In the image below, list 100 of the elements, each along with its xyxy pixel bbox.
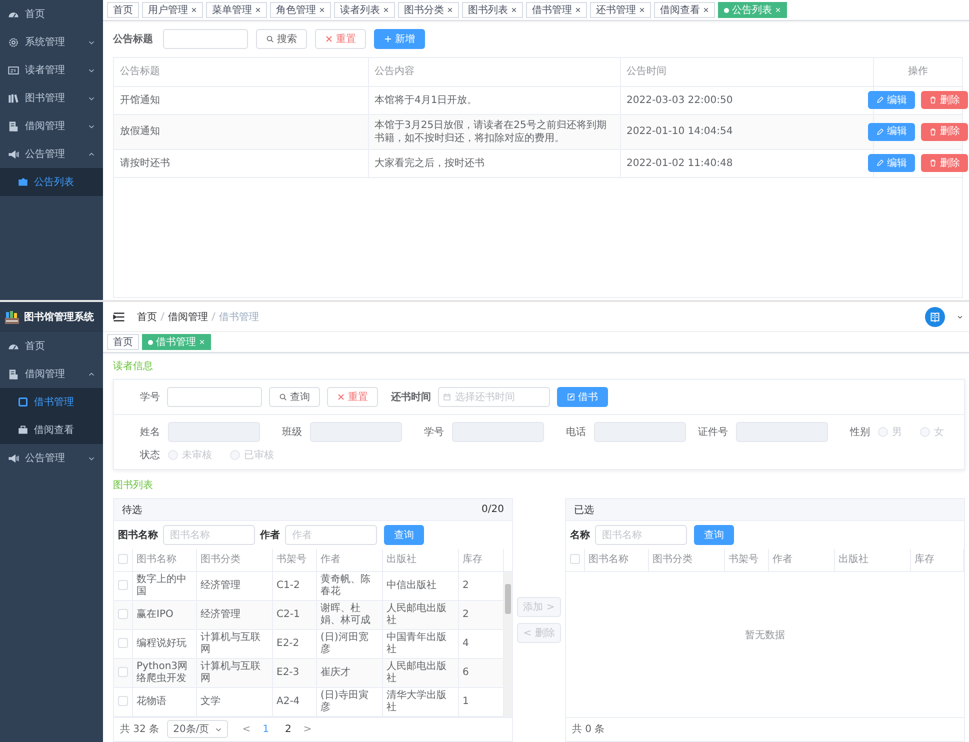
cross-icon xyxy=(337,393,345,401)
table-cell: E2-3 xyxy=(272,658,316,687)
close-icon[interactable] xyxy=(447,7,453,13)
table-cell: 放假通知 xyxy=(114,114,368,149)
checkbox[interactable] xyxy=(570,554,580,564)
tab[interactable]: 角色管理 xyxy=(270,2,331,18)
table-cell: 计算机与互联网 xyxy=(196,629,272,658)
trash-icon xyxy=(928,159,937,167)
tab[interactable]: 用户管理 xyxy=(142,2,203,18)
table-cell: 黄奇帆、陈春花 xyxy=(316,572,382,600)
close-icon[interactable] xyxy=(575,7,581,13)
trash-icon xyxy=(928,128,937,136)
search-icon xyxy=(266,35,274,43)
tab[interactable]: 借阅查看 xyxy=(654,2,715,18)
table-cell: 中信出版社 xyxy=(382,572,458,600)
checkbox[interactable] xyxy=(118,638,128,648)
date-field[interactable]: 选择还书时间 xyxy=(438,387,550,407)
input-field[interactable] xyxy=(167,387,262,407)
books-icon xyxy=(8,92,19,104)
sidebar-item[interactable]: 借阅管理 xyxy=(0,112,103,140)
sidebar-item[interactable]: 借书管理 xyxy=(0,388,103,416)
checkbox[interactable] xyxy=(118,580,128,590)
table-cell: 经济管理 xyxy=(196,572,272,600)
table-cell: 大家看完之后，按时还书 xyxy=(368,149,620,177)
table-cell: 人民邮电出版社 xyxy=(382,600,458,629)
field-label: 图书名称 xyxy=(118,528,158,542)
table-cell: 谢晖、杜娟、林可成 xyxy=(316,600,382,629)
tab[interactable]: 首页 xyxy=(107,2,139,18)
search-button[interactable]: 查询 xyxy=(269,387,320,407)
trash-icon xyxy=(928,96,937,104)
breadcrumb-item[interactable]: 借阅管理 xyxy=(168,310,208,324)
table-cell: 计算机与互联网 xyxy=(196,658,272,687)
table-cell: 花物语 xyxy=(132,687,196,716)
tab[interactable]: 首页 xyxy=(107,334,139,350)
sidebar-item[interactable]: 系统管理 xyxy=(0,28,103,56)
radio-label: 男 xyxy=(892,426,902,439)
field-label: 学号 xyxy=(139,391,160,404)
table-cell: C1-2 xyxy=(272,572,316,600)
checkbox[interactable] xyxy=(118,666,128,677)
tab[interactable]: 还书管理 xyxy=(590,2,651,18)
chevron-down-icon xyxy=(88,94,95,102)
close-icon[interactable] xyxy=(511,7,517,13)
sidebar-item[interactable]: 公告管理 xyxy=(0,140,103,168)
table-cell: 数字上的中国 xyxy=(132,572,196,600)
column-header: 作者 xyxy=(316,549,382,571)
chevron-down-icon xyxy=(88,38,95,46)
close-icon[interactable] xyxy=(255,7,261,13)
page-number[interactable]: 2 xyxy=(280,724,296,734)
sidebar-item[interactable]: 首页 xyxy=(0,0,103,28)
column-header: 图书分类 xyxy=(196,549,272,571)
chevron-down-icon xyxy=(88,454,95,462)
table-cell: 文学 xyxy=(196,687,272,716)
table-cell: 经济管理 xyxy=(196,600,272,629)
sidebar-item[interactable]: 公告管理 xyxy=(0,444,103,472)
menu-icon[interactable] xyxy=(113,310,125,322)
close-icon[interactable] xyxy=(383,7,389,13)
calendar-icon xyxy=(443,393,451,401)
close-icon[interactable] xyxy=(319,7,325,13)
chevron-down-icon xyxy=(88,122,95,130)
column-header: 公告内容 xyxy=(368,58,620,86)
input-field[interactable]: 作者 xyxy=(285,525,377,545)
selection-count: 0/20 xyxy=(482,504,504,515)
scrollbar[interactable] xyxy=(504,572,512,716)
tab[interactable]: 图书分类 xyxy=(398,2,459,18)
sidebar-item[interactable]: 借阅管理 xyxy=(0,360,103,388)
table-cell: 6 xyxy=(458,658,504,687)
tab[interactable]: 读者列表 xyxy=(334,2,395,18)
field-label: 名称 xyxy=(570,528,590,542)
tab[interactable]: 图书列表 xyxy=(462,2,523,18)
table-cell: 2022-01-10 14:04:54 xyxy=(620,114,873,149)
search-button[interactable]: 搜索 xyxy=(256,29,307,49)
column-header: 库存 xyxy=(458,549,504,571)
checkbox[interactable] xyxy=(118,554,128,564)
panel-title: 待选 xyxy=(122,504,142,516)
caret-down-icon[interactable] xyxy=(957,314,963,320)
tab[interactable]: 借书管理 xyxy=(526,2,587,18)
sidebar-item[interactable]: 读者管理 xyxy=(0,56,103,84)
search-icon xyxy=(279,393,287,401)
table-cell: 请按时还书 xyxy=(114,149,368,177)
page-size-select[interactable]: 20条/页 xyxy=(167,720,228,738)
table-cell: (日)寺田寅彦 xyxy=(316,687,382,716)
megaphone-icon xyxy=(8,452,19,464)
close-icon[interactable] xyxy=(191,7,197,13)
input-field[interactable]: 图书名称 xyxy=(595,525,687,545)
close-icon[interactable] xyxy=(703,7,709,13)
column-header: 书架号 xyxy=(272,549,316,571)
input-field[interactable]: 图书名称 xyxy=(163,525,255,545)
sidebar-item[interactable]: 图书管理 xyxy=(0,84,103,112)
column-header: 书架号 xyxy=(724,549,768,571)
input-field[interactable] xyxy=(163,29,248,49)
avatar[interactable] xyxy=(925,306,945,326)
checkbox[interactable] xyxy=(118,608,128,619)
breadcrumb-item[interactable]: 首页 xyxy=(137,310,157,324)
tab[interactable]: 菜单管理 xyxy=(206,2,267,18)
field-label: 电话 xyxy=(565,426,586,439)
sidebar-item[interactable]: 首页 xyxy=(0,332,103,360)
close-icon[interactable] xyxy=(639,7,645,13)
sidebar-item[interactable]: 借阅查看 xyxy=(0,416,103,444)
checkbox[interactable] xyxy=(118,696,128,706)
sidebar-item[interactable]: 公告列表 xyxy=(0,168,103,196)
